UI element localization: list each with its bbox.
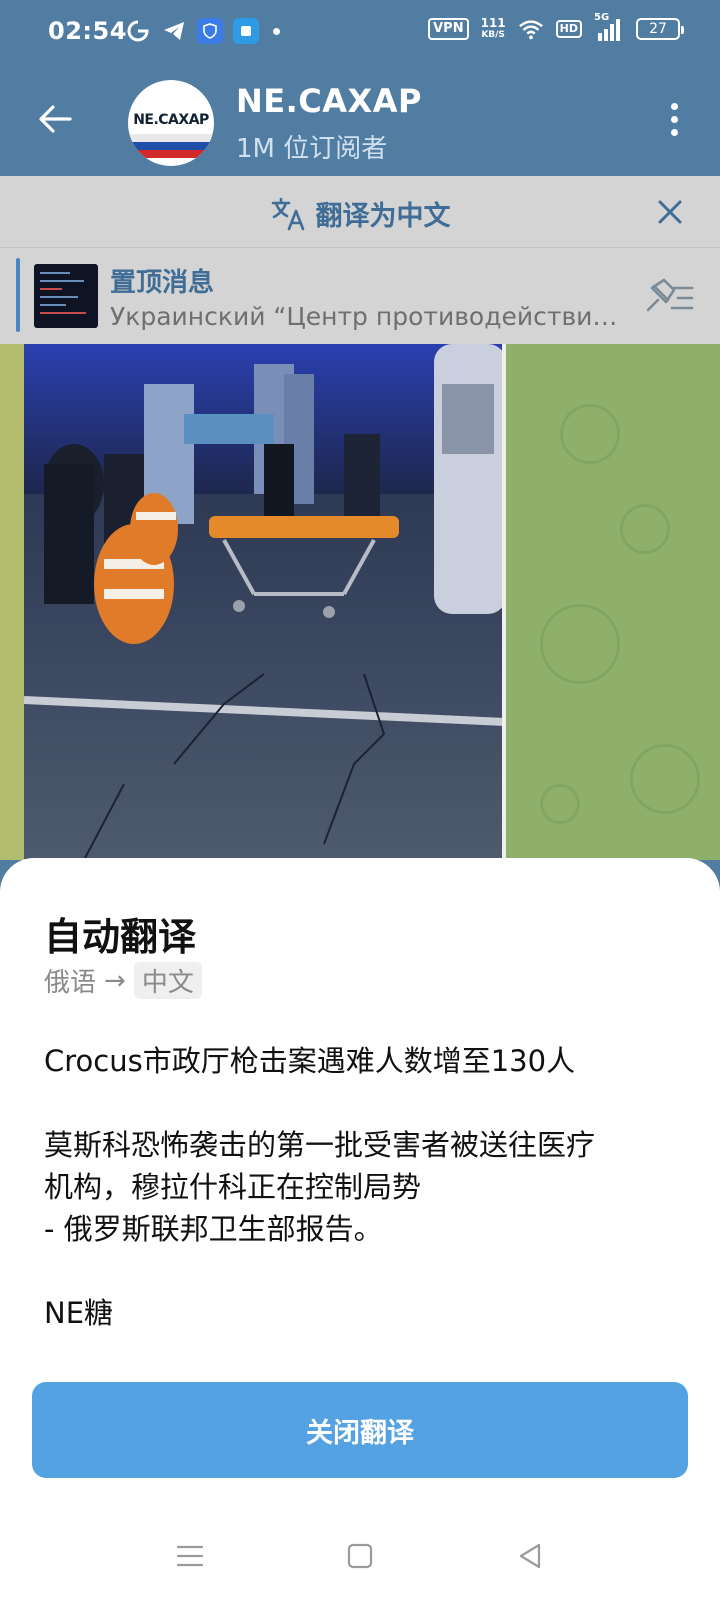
hd-badge: HD — [555, 20, 582, 38]
translated-line: 机构，穆拉什科正在控制局势 — [44, 1170, 422, 1204]
status-bar: 02:54 VPN 111 KB/S HD 5G 27 — [0, 0, 720, 66]
chat-header: NE.CAXAP NE.CAXAP 1M 位订阅者 — [0, 66, 720, 176]
translate-icon — [271, 197, 304, 230]
auto-translate-sheet: 自动翻译 俄语 → 中文 Crocus市政厅枪击案遇难人数增至130人 莫斯科恐… — [0, 858, 720, 1600]
net-speed: 111 KB/S — [481, 17, 506, 41]
avatar-logo-text: NE.CAXAP — [133, 112, 209, 128]
app-square-icon — [233, 18, 259, 44]
translate-close-button[interactable] — [650, 192, 690, 232]
avatar-stripe-blue — [128, 142, 214, 150]
channel-avatar[interactable]: NE.CAXAP — [128, 80, 214, 166]
status-time: 02:54 — [48, 17, 127, 45]
signal-icon: 5G — [594, 12, 624, 42]
sheet-title: 自动翻译 — [44, 915, 197, 959]
battery-indicator: 27 — [636, 18, 684, 40]
menu-nav-button[interactable] — [170, 1536, 210, 1576]
more-options-button[interactable] — [664, 94, 684, 144]
chat-bg-strip — [0, 344, 24, 860]
status-notification-icons — [125, 18, 280, 44]
system-nav-bar — [0, 1512, 720, 1600]
more-vertical-icon-dot — [670, 128, 678, 136]
translated-paragraph: 莫斯科恐怖袭击的第一批受害者被送往医疗 机构，穆拉什科正在控制局势 - 俄罗斯联… — [44, 1124, 684, 1250]
translate-label: 翻译为中文 — [315, 201, 451, 232]
back-triangle-icon — [519, 1543, 541, 1569]
translate-bar: 翻译为中文 — [0, 176, 720, 248]
chat-background — [0, 344, 720, 860]
home-nav-button[interactable] — [340, 1536, 380, 1576]
back-nav-button[interactable] — [510, 1536, 550, 1576]
close-translation-button[interactable]: 关闭翻译 — [32, 1382, 688, 1478]
close-icon — [658, 200, 682, 224]
pinned-thumbnail — [34, 264, 98, 328]
pin-list-icon — [646, 278, 694, 312]
back-button[interactable] — [30, 94, 80, 144]
vpn-badge: VPN — [428, 18, 469, 40]
more-vertical-icon-dot — [670, 102, 678, 110]
language-pair: 俄语 → 中文 — [44, 962, 202, 999]
bg-doodle — [560, 404, 620, 464]
telegram-icon — [161, 18, 187, 44]
pinned-preview-text: Украинский “Центр противодействия дезинф… — [110, 302, 630, 331]
target-language[interactable]: 中文 — [133, 962, 202, 999]
translated-paragraph: Crocus市政厅枪击案遇难人数增至130人 — [44, 1044, 576, 1078]
avatar-stripe-red — [128, 150, 214, 158]
home-square-icon — [347, 1543, 373, 1569]
more-vertical-icon-dot — [670, 115, 678, 123]
pinned-title: 置顶消息 — [110, 268, 215, 298]
translated-paragraph: NE糖 — [44, 1296, 114, 1330]
pinned-accent-bar — [16, 258, 20, 332]
arrow-right-icon: → — [104, 965, 126, 996]
subscriber-count: 1M 位订阅者 — [236, 134, 388, 164]
pinned-message-bar[interactable]: 置顶消息 Украинский “Центр противодействия д… — [0, 248, 720, 344]
menu-icon — [176, 1545, 204, 1567]
bg-doodle — [620, 504, 670, 554]
net-speed-value: 111 — [480, 16, 506, 30]
translated-line: - 俄罗斯联邦卫生部报告。 — [44, 1212, 383, 1246]
bg-doodle — [540, 784, 580, 824]
photo-image — [24, 344, 502, 860]
message-photo[interactable] — [24, 344, 506, 860]
wifi-icon — [518, 16, 544, 42]
net-speed-unit: KB/S — [481, 30, 505, 40]
channel-name[interactable]: NE.CAXAP — [236, 82, 422, 120]
translated-text: Crocus市政厅枪击案遇难人数增至130人 莫斯科恐怖袭击的第一批受害者被送往… — [44, 1040, 684, 1376]
status-system-icons: VPN 111 KB/S HD 5G 27 — [428, 12, 684, 42]
more-notifications-dot — [273, 27, 280, 35]
source-language: 俄语 — [44, 968, 97, 998]
signal-label: 5G — [594, 12, 610, 23]
bg-doodle — [540, 604, 620, 684]
translate-action[interactable]: 翻译为中文 — [0, 194, 720, 233]
bg-doodle — [630, 744, 700, 814]
translated-line: 莫斯科恐怖袭击的第一批受害者被送往医疗 — [44, 1128, 596, 1162]
arrow-left-icon — [39, 105, 72, 133]
shield-app-icon — [197, 18, 223, 44]
pinned-list-button[interactable] — [642, 274, 696, 318]
avatar-stripe-white — [128, 134, 214, 142]
g-app-icon — [125, 18, 151, 44]
